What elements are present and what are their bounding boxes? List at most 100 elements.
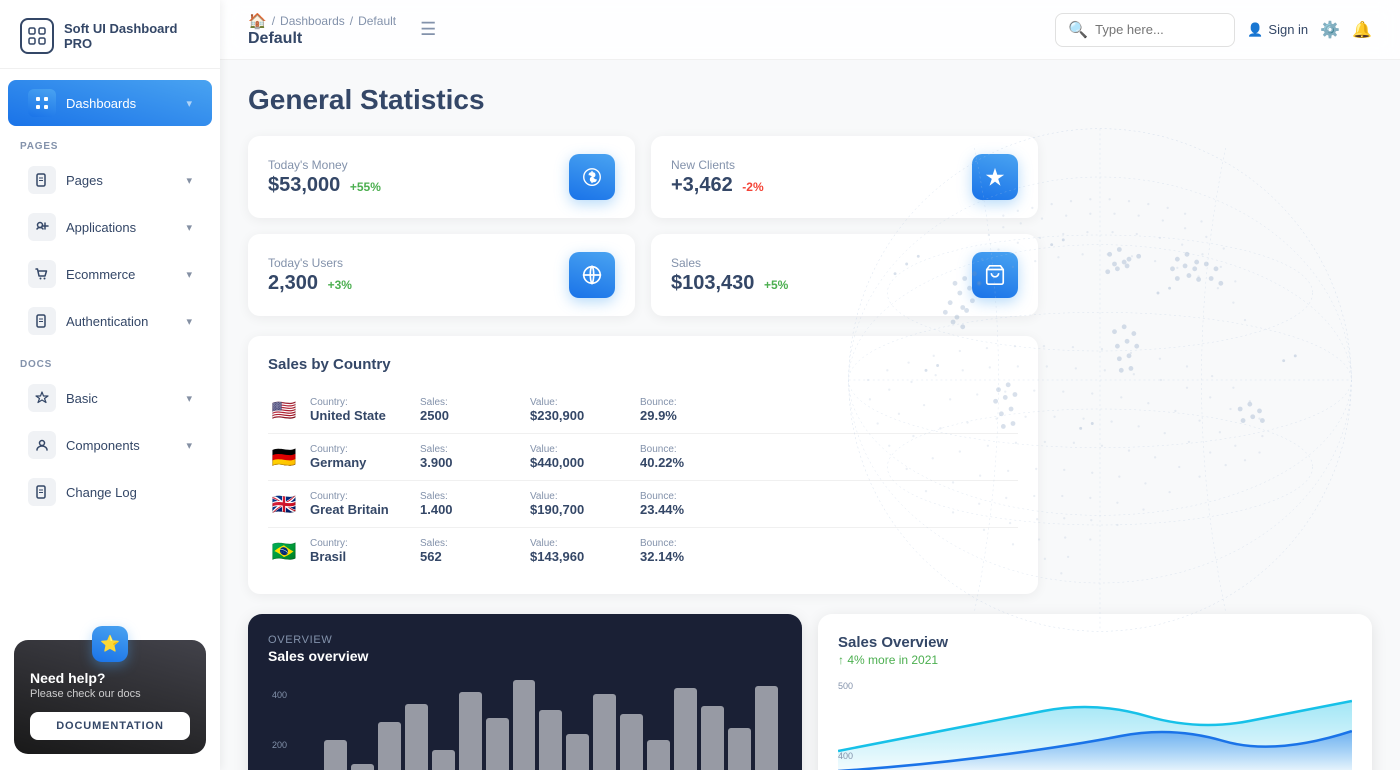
breadcrumb-parent[interactable]: Dashboards (280, 14, 345, 28)
stat-sales-value: $103,430 +5% (671, 272, 788, 295)
notifications-icon[interactable]: 🔔 (1352, 20, 1372, 40)
stat-sales-change: +5% (764, 278, 788, 292)
sidebar-logo: Soft UI Dashboard PRO (0, 0, 220, 69)
bar (593, 694, 616, 770)
chevron-icon-ecom: ▾ (186, 268, 192, 281)
line-chart-title: Sales Overview (838, 634, 1352, 651)
stats-grid: Today's Money $53,000 +55% New Clients (248, 136, 1038, 316)
table-row: 🇩🇪 Country: Germany Sales: 3.900 Value: … (268, 434, 1018, 481)
sidebar: Soft UI Dashboard PRO Dashboards ▾ PAGES (0, 0, 220, 770)
section-pages-label: PAGES (0, 127, 220, 156)
settings-icon[interactable]: ⚙️ (1320, 20, 1340, 40)
stat-sales-icon (972, 252, 1018, 298)
bar (620, 714, 643, 770)
search-input[interactable] (1095, 22, 1222, 37)
stat-money-label: Today's Money (268, 158, 381, 172)
section-docs-label: DOCS (0, 345, 220, 374)
search-bar[interactable]: 🔍 (1055, 13, 1235, 47)
y-label-200: 200 (272, 740, 287, 750)
bar (378, 722, 401, 770)
sidebar-item-label-dashboards: Dashboards (66, 96, 136, 111)
bar (405, 704, 428, 770)
chevron-icon-apps: ▾ (186, 221, 192, 234)
bar-chart-label: OVERVIEW (268, 634, 782, 646)
topbar-right: 🔍 👤 Sign in ⚙️ 🔔 (1055, 13, 1372, 47)
line-chart-subtitle-text: 4% more in 2021 (847, 653, 938, 667)
country-col-us: Country: United State (310, 397, 410, 423)
sidebar-item-label-ecommerce: Ecommerce (66, 267, 135, 282)
charts-row: OVERVIEW Sales overview 400 200 0 (248, 614, 1372, 770)
page-title: General Statistics (248, 84, 1372, 116)
chevron-icon: ▾ (186, 97, 192, 110)
country-name-us: United State (310, 408, 410, 423)
stat-clients-icon (972, 154, 1018, 200)
y-label-400: 400 (838, 751, 853, 761)
sidebar-item-applications[interactable]: Applications ▾ (8, 204, 212, 250)
signin-button[interactable]: 👤 Sign in (1247, 22, 1308, 38)
sidebar-item-label-basic: Basic (66, 391, 98, 406)
stat-sales-label: Sales (671, 256, 788, 270)
bar (566, 734, 589, 770)
col-label-country: Country: (310, 397, 410, 408)
ecommerce-icon (28, 260, 56, 288)
y-label-400: 400 (272, 690, 287, 700)
breadcrumb-current-trail: Default (358, 14, 396, 28)
dashboards-icon (28, 89, 56, 117)
bar (432, 750, 455, 770)
signin-label: Sign in (1268, 22, 1308, 37)
hamburger-button[interactable]: ☰ (420, 19, 436, 40)
stat-users-icon (569, 252, 615, 298)
sidebar-item-dashboards[interactable]: Dashboards ▾ (8, 80, 212, 126)
home-icon[interactable]: 🏠 (248, 12, 267, 30)
flag-br: 🇧🇷 (268, 539, 300, 564)
basic-icon (28, 384, 56, 412)
bar (674, 688, 697, 770)
sidebar-item-label-pages: Pages (66, 173, 103, 188)
bar (539, 710, 562, 770)
sidebar-item-changelog[interactable]: Change Log (8, 469, 212, 515)
pages-icon (28, 166, 56, 194)
table-row: 🇬🇧 Country: Great Britain Sales: 1.400 V… (268, 481, 1018, 528)
stat-money-icon (569, 154, 615, 200)
sidebar-item-label-changelog: Change Log (66, 485, 137, 500)
sales-by-country-card: Sales by Country 🇺🇸 Country: United Stat… (248, 336, 1038, 594)
user-icon: 👤 (1247, 22, 1263, 38)
stat-clients-change: -2% (742, 180, 763, 194)
sales-country-title: Sales by Country (268, 356, 1018, 373)
line-chart-subtitle: ↑ 4% more in 2021 (838, 653, 1352, 667)
stat-money-info: Today's Money $53,000 +55% (268, 158, 381, 197)
changelog-icon (28, 478, 56, 506)
flag-de: 🇩🇪 (268, 445, 300, 470)
page-label: Default (248, 30, 396, 48)
table-row: 🇧🇷 Country: Brasil Sales: 562 Value: $14… (268, 528, 1018, 574)
chevron-icon-basic: ▾ (186, 392, 192, 405)
sidebar-item-components[interactable]: Components ▾ (8, 422, 212, 468)
stat-card-clients: New Clients +3,462 -2% (651, 136, 1038, 218)
bar (324, 740, 347, 770)
breadcrumb-trail: 🏠 / Dashboards / Default (248, 12, 396, 30)
stat-clients-info: New Clients +3,462 -2% (671, 158, 764, 197)
sales-col-us: Sales: 2500 (420, 397, 520, 423)
sidebar-item-basic[interactable]: Basic ▾ (8, 375, 212, 421)
main-content: 🏠 / Dashboards / Default Default ☰ 🔍 👤 S… (220, 0, 1400, 770)
chevron-icon-auth: ▾ (186, 315, 192, 328)
sidebar-item-ecommerce[interactable]: Ecommerce ▾ (8, 251, 212, 297)
components-icon (28, 431, 56, 459)
logo-icon (20, 18, 54, 54)
stat-money-value: $53,000 +55% (268, 174, 381, 197)
bar (755, 686, 778, 770)
sidebar-item-authentication[interactable]: Authentication ▾ (8, 298, 212, 344)
arrow-up-icon: ↑ (838, 653, 844, 667)
sidebar-help-box: ⭐ Need help? Please check our docs DOCUM… (14, 640, 206, 754)
stat-card-sales: Sales $103,430 +5% (651, 234, 1038, 316)
stat-users-label: Today's Users (268, 256, 352, 270)
bar-chart-title: Sales overview (268, 648, 782, 664)
documentation-button[interactable]: DOCUMENTATION (30, 712, 190, 740)
applications-icon (28, 213, 56, 241)
sidebar-item-pages[interactable]: Pages ▾ (8, 157, 212, 203)
chevron-icon-comp: ▾ (186, 439, 192, 452)
bar (351, 764, 374, 770)
bar (647, 740, 670, 770)
stat-users-value: 2,300 +3% (268, 272, 352, 295)
stat-card-money: Today's Money $53,000 +55% (248, 136, 635, 218)
